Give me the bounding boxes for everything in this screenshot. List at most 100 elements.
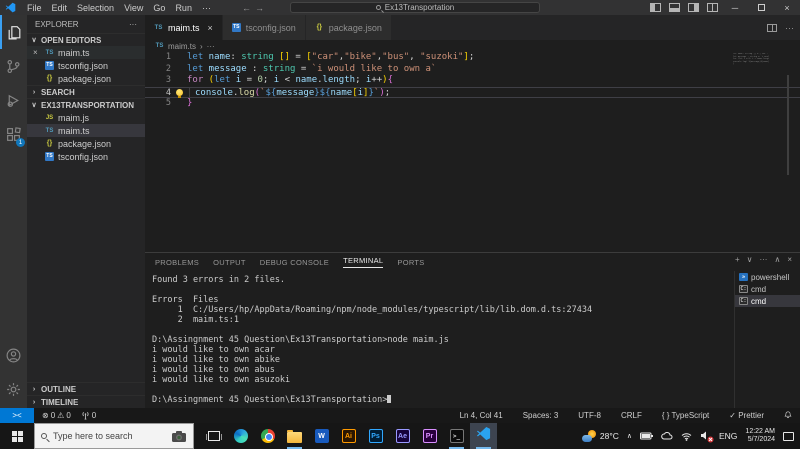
panel-tab-debug-console[interactable]: DEBUG CONSOLE <box>260 258 329 267</box>
menu-item-file[interactable]: File <box>22 3 47 13</box>
remote-indicator[interactable]: >< <box>0 408 34 423</box>
prettier-status[interactable]: ✓ Prettier <box>729 411 764 420</box>
lightbulb-icon[interactable] <box>175 88 183 98</box>
new-terminal-icon[interactable]: + <box>735 255 740 264</box>
file-item-maim.js[interactable]: JS maim.js <box>27 111 145 124</box>
code-line-2[interactable]: 2 let message : string = `i would like to… <box>145 64 800 76</box>
editor-tab-package.json[interactable]: {} package.json <box>305 15 392 40</box>
chevron-right-icon: › <box>32 385 36 393</box>
wifi-icon[interactable] <box>681 432 692 441</box>
eol[interactable]: CRLF <box>621 411 642 420</box>
explorer-icon[interactable] <box>0 15 27 49</box>
battery-icon[interactable] <box>640 432 653 440</box>
terminal-instance-powershell[interactable]: ≥ powershell <box>735 271 800 283</box>
panel-tab-ports[interactable]: PORTS <box>397 258 424 267</box>
panel-tab-terminal[interactable]: TERMINAL <box>343 256 384 268</box>
settings-gear-icon[interactable] <box>0 372 27 406</box>
onedrive-icon[interactable] <box>661 432 673 440</box>
indentation[interactable]: Spaces: 3 <box>523 411 559 420</box>
editor-tab-tsconfig.json[interactable]: TS tsconfig.json <box>222 15 306 40</box>
panel-tab-problems[interactable]: PROBLEMS <box>155 258 199 267</box>
weather-widget[interactable]: 28°C <box>581 430 619 442</box>
file-item-package.json[interactable]: {} package.json <box>27 72 145 85</box>
close-panel-icon[interactable]: × <box>787 255 792 264</box>
section-header-search[interactable]: › SEARCH <box>27 85 145 98</box>
taskbar-app-task-view[interactable] <box>200 423 227 449</box>
code-editor[interactable]: 1 let name: string [] = ["car","bike","bu… <box>145 52 800 122</box>
close-editor-icon[interactable]: × <box>33 48 40 57</box>
start-button[interactable] <box>0 423 34 449</box>
terminal-dropdown-icon[interactable]: ∨ <box>747 255 753 264</box>
premiere-icon: Pr <box>422 429 437 443</box>
code-line-4[interactable]: 4 console.log(`${message}${name[i]}`); <box>145 86 800 99</box>
menu-item-[interactable]: ··· <box>197 3 216 13</box>
file-item-maim.ts[interactable]: × TS maim.ts <box>27 46 145 59</box>
language-mode[interactable]: { } TypeScript <box>662 411 709 420</box>
split-editor-icon[interactable] <box>767 23 777 32</box>
command-center-search[interactable]: Ex13Transportation <box>290 2 540 13</box>
taskbar-app-edge[interactable] <box>227 423 254 449</box>
breadcrumb[interactable]: TS maim.ts › ··· <box>145 40 800 52</box>
encoding[interactable]: UTF-8 <box>578 411 601 420</box>
code-line-3[interactable]: 3 for (let i = 0; i < name.length; i++){ <box>145 75 800 87</box>
toggle-secondary-sidebar-icon[interactable] <box>688 3 699 12</box>
volume-muted-icon[interactable] <box>700 431 714 442</box>
language-indicator[interactable]: ENG <box>719 431 737 441</box>
panel-tab-output[interactable]: OUTPUT <box>213 258 246 267</box>
restore-button[interactable] <box>748 0 774 15</box>
nav-history-arrows[interactable]: ←→ <box>242 3 268 13</box>
maximize-panel-icon[interactable]: ∧ <box>774 255 780 264</box>
panel-more-icon[interactable]: ··· <box>759 255 767 264</box>
section-header-timeline[interactable]: › TIMELINE <box>27 395 145 408</box>
problems-status[interactable]: ⊗ 0 ⚠ 0 <box>42 411 71 420</box>
taskbar-search[interactable]: Type here to search <box>34 423 194 449</box>
file-item-tsconfig.json[interactable]: TS tsconfig.json <box>27 150 145 163</box>
file-item-maim.ts[interactable]: TS maim.ts <box>27 124 145 137</box>
file-item-tsconfig.json[interactable]: TS tsconfig.json <box>27 59 145 72</box>
menu-item-run[interactable]: Run <box>170 3 197 13</box>
taskbar-app-word[interactable]: W <box>308 423 335 449</box>
editor-tab-maim.ts[interactable]: TS maim.ts × <box>145 15 223 40</box>
notifications-bell-icon[interactable] <box>784 410 792 421</box>
code-line-1[interactable]: 1 let name: string [] = ["car","bike","bu… <box>145 52 800 64</box>
editor-scrollbar[interactable] <box>787 75 789 175</box>
minimize-button[interactable]: ─ <box>722 0 748 15</box>
section-header-outline[interactable]: › OUTLINE <box>27 382 145 395</box>
editor-more-actions-icon[interactable]: ··· <box>785 23 794 33</box>
run-and-debug-icon[interactable] <box>0 83 27 117</box>
code-line-5[interactable]: 5} <box>145 98 800 110</box>
taskbar-app-chrome[interactable] <box>254 423 281 449</box>
taskbar-app-file-explorer[interactable] <box>281 423 308 449</box>
tab-close-icon[interactable]: × <box>208 23 213 33</box>
section-header-open-editors[interactable]: ∨ OPEN EDITORS <box>27 33 145 46</box>
terminal-instance-cmd[interactable]: C: cmd <box>735 283 800 295</box>
extensions-icon[interactable]: 1 <box>0 117 27 151</box>
sidebar-more-actions-icon[interactable]: ··· <box>129 20 137 29</box>
terminal-output[interactable]: Found 3 errors in 2 files. Errors Files … <box>152 275 725 406</box>
clock[interactable]: 12:22 AM 5/7/2024 <box>745 428 775 444</box>
toggle-sidebar-icon[interactable] <box>650 3 661 12</box>
action-center-icon[interactable] <box>783 431 794 441</box>
cursor-position[interactable]: Ln 4, Col 41 <box>460 411 503 420</box>
taskbar-app-after-effects[interactable]: Ae <box>389 423 416 449</box>
menu-item-view[interactable]: View <box>119 3 148 13</box>
taskbar-app-illustrator[interactable]: Ai <box>335 423 362 449</box>
file-item-package.json[interactable]: {} package.json <box>27 137 145 150</box>
taskbar-app-terminal[interactable]: >_ <box>443 423 470 449</box>
ports-status[interactable]: 0 <box>81 411 96 420</box>
close-button[interactable]: × <box>774 0 800 15</box>
terminal-instance-cmd[interactable]: C: cmd <box>735 295 800 307</box>
account-icon[interactable] <box>0 338 27 372</box>
toggle-panel-icon[interactable] <box>669 3 680 12</box>
menu-item-selection[interactable]: Selection <box>72 3 119 13</box>
section-header-ex13transportation[interactable]: ∨ EX13TRANSPORTATION <box>27 98 145 111</box>
taskbar-app-premiere[interactable]: Pr <box>416 423 443 449</box>
customize-layout-icon[interactable] <box>707 3 718 12</box>
minimap[interactable]: let name: string [] = ["car","bike","bus… <box>733 53 769 66</box>
menu-item-edit[interactable]: Edit <box>47 3 73 13</box>
source-control-icon[interactable] <box>0 49 27 83</box>
hidden-icons-chevron[interactable]: ∧ <box>627 432 632 440</box>
taskbar-app-photoshop[interactable]: Ps <box>362 423 389 449</box>
taskbar-app-vscode[interactable] <box>470 423 497 449</box>
menu-item-go[interactable]: Go <box>148 3 170 13</box>
